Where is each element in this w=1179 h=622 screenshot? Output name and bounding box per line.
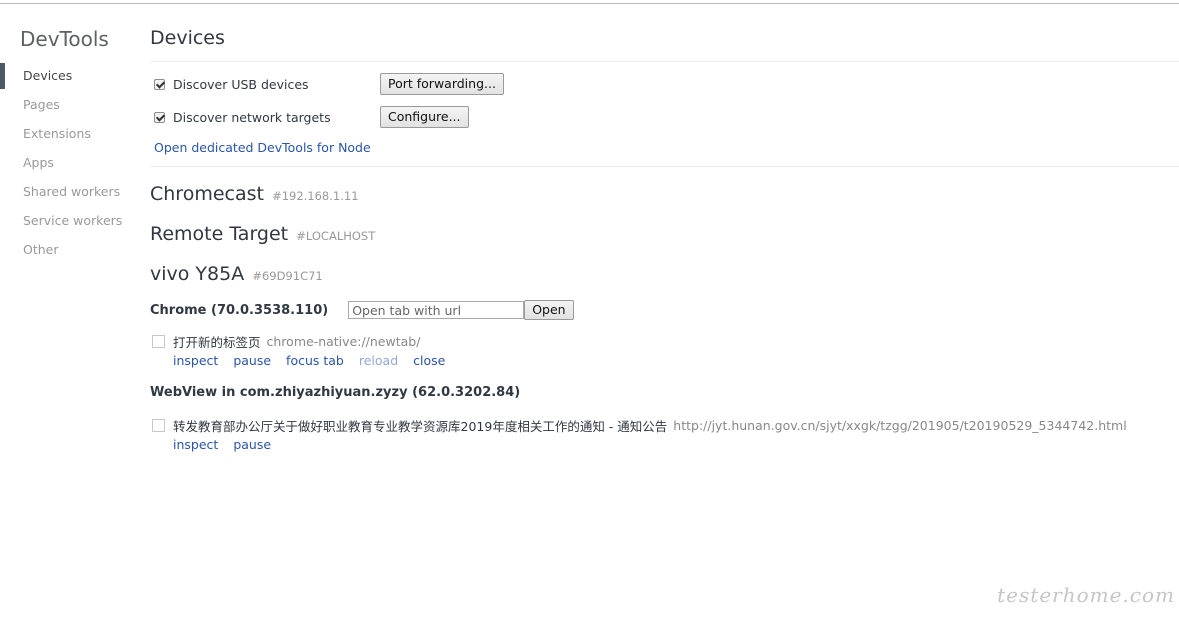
target-url: chrome-native://newtab/ — [266, 333, 421, 349]
discover-network-checkbox[interactable] — [154, 111, 165, 123]
sidebar-item-pages[interactable]: Pages — [0, 94, 122, 123]
pause-link[interactable]: pause — [233, 437, 271, 452]
device-name: Chromecast — [150, 183, 264, 205]
target-actions: inspect pause — [173, 435, 1127, 453]
pause-link[interactable]: pause — [233, 353, 271, 368]
focus-tab-link[interactable]: focus tab — [286, 353, 344, 368]
device-id: #69D91C71 — [252, 269, 323, 283]
inspect-link[interactable]: inspect — [173, 353, 218, 368]
target-checkbox[interactable] — [152, 418, 165, 432]
discover-usb-label: Discover USB devices — [173, 76, 309, 92]
divider — [150, 61, 1179, 62]
sidebar: DevTools Devices Pages Extensions Apps S… — [0, 0, 130, 622]
port-forwarding-button[interactable]: Port forwarding... — [380, 73, 504, 95]
divider — [150, 166, 1179, 167]
page-title: Devices — [150, 27, 225, 49]
sidebar-item-devices[interactable]: Devices — [0, 63, 122, 94]
main-content: Devices Discover USB devices Port forwar… — [150, 0, 1179, 622]
discover-network-option: Discover network targets — [154, 106, 331, 128]
watermark: testerhome.com — [997, 583, 1175, 607]
device-remote-target: Remote Target #LOCALHOST — [150, 223, 375, 245]
webview-name: WebView in com.zhiyazhiyuan.zyzy (62.0.3… — [150, 385, 521, 400]
discover-network-label: Discover network targets — [173, 109, 331, 125]
reload-link[interactable]: reload — [359, 353, 398, 368]
target-actions: inspect pause focus tab reload close — [173, 351, 460, 369]
target-title: 转发教育部办公厅关于做好职业教育专业教学资源库2019年度相关工作的通知 - 通… — [173, 418, 668, 434]
browser-name: Chrome (70.0.3538.110) — [150, 302, 329, 318]
sidebar-title: DevTools — [20, 27, 109, 51]
sidebar-nav: Devices Pages Extensions Apps Shared wor… — [0, 63, 122, 268]
device-name: Remote Target — [150, 223, 289, 245]
open-tab-url-input[interactable] — [348, 301, 525, 319]
device-id: #LOCALHOST — [296, 229, 376, 243]
target-url: http://jyt.hunan.gov.cn/sjyt/xxgk/tzgg/2… — [673, 417, 1127, 433]
target-checkbox[interactable] — [152, 334, 165, 348]
open-node-devtools-link[interactable]: Open dedicated DevTools for Node — [154, 140, 371, 155]
configure-button[interactable]: Configure... — [380, 106, 469, 128]
target-item: 打开新的标签页 chrome-native://newtab/ inspect … — [152, 332, 460, 369]
target-title: 打开新的标签页 — [173, 334, 261, 350]
device-id: #192.168.1.11 — [272, 189, 359, 203]
device-chromecast: Chromecast #192.168.1.11 — [150, 183, 359, 205]
discover-usb-option: Discover USB devices — [154, 73, 309, 95]
target-item: 转发教育部办公厅关于做好职业教育专业教学资源库2019年度相关工作的通知 - 通… — [152, 416, 1127, 453]
browser-chrome: Chrome (70.0.3538.110) Open — [150, 299, 574, 321]
sidebar-item-apps[interactable]: Apps — [0, 152, 122, 181]
device-vivo: vivo Y85A #69D91C71 — [150, 263, 323, 285]
sidebar-item-other[interactable]: Other — [0, 239, 122, 268]
discover-usb-checkbox[interactable] — [154, 78, 165, 90]
close-link[interactable]: close — [413, 353, 445, 368]
sidebar-item-service-workers[interactable]: Service workers — [0, 210, 122, 239]
inspect-link[interactable]: inspect — [173, 437, 218, 452]
sidebar-item-shared-workers[interactable]: Shared workers — [0, 181, 122, 210]
open-tab-button[interactable]: Open — [524, 300, 574, 320]
sidebar-item-extensions[interactable]: Extensions — [0, 123, 122, 152]
device-name: vivo Y85A — [150, 263, 245, 285]
